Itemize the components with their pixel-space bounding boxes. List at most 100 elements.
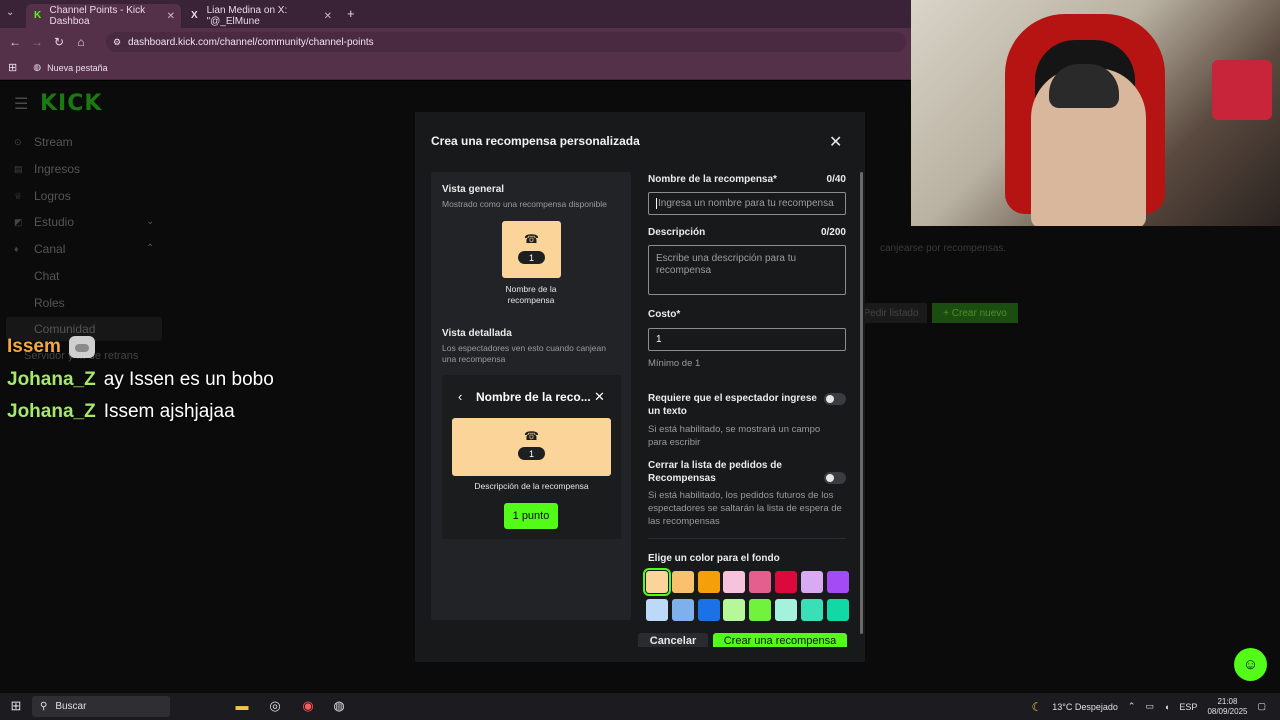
modal-scrollbar[interactable] [860,172,863,634]
volume-icon[interactable]: ◖ [1164,702,1169,712]
sidebar-item-ingresos[interactable]: ▤ Ingresos [14,162,80,176]
windows-start-icon[interactable]: ⊞ [8,698,24,714]
chat-username: Johana_Z [7,369,96,390]
apps-icon[interactable]: ⊞ [8,61,17,74]
close-list-toggle[interactable] [824,472,846,484]
forward-icon[interactable]: → [26,35,48,49]
browser-tab-bar: ⌄ K Channel Points - Kick Dashboa ✕ X Li… [0,0,911,28]
tab-list-button[interactable]: ⌄ [6,7,14,18]
tab-x-post[interactable]: X Lian Medina on X: "@_ElMune ✕ [183,4,338,28]
modal-title: Crea una recompensa personalizada [431,134,640,148]
detail-title: Vista detallada [442,328,512,339]
color-swatch[interactable] [671,571,694,593]
achievements-icon: ♕ [14,190,23,201]
color-swatch[interactable] [749,571,772,593]
close-icon[interactable]: ✕ [829,132,842,152]
overview-subtitle: Mostrado como una recompensa disponible [442,199,607,209]
create-new-button[interactable]: + Crear nuevo [932,303,1018,323]
chevron-down-icon[interactable]: ⌄ [146,216,154,227]
sidebar-sub-chat[interactable]: Chat [34,269,59,283]
language-indicator[interactable]: ESP [1179,702,1197,712]
sidebar-item-label: Canal [34,242,66,256]
color-swatch[interactable] [643,568,671,596]
webcam-overlay [911,0,1280,226]
sidebar-item-label: Ingresos [34,162,81,176]
kick-logo: KICK [40,91,103,116]
sidebar-sub-comunidad[interactable]: Comunidad [34,322,95,336]
reward-name-input[interactable]: Ingresa un nombre para tu recompensa [648,192,846,215]
globe-icon: ◍ [33,62,42,72]
taskbar-search[interactable]: ⚲ Buscar [32,696,170,717]
sidebar-item-canal[interactable]: ♦ Canal [14,242,65,256]
color-swatch[interactable] [697,571,720,593]
chat-message: Johana_Z Issem ajshjajaa [7,401,235,423]
reward-card-detail: ☎ 1 [452,418,611,476]
file-explorer-icon[interactable]: ▬ [234,698,250,714]
color-swatch[interactable] [697,599,720,621]
search-placeholder: Buscar [55,701,87,712]
network-icon[interactable]: ▭ [1145,701,1154,712]
sidebar-sub-roles[interactable]: Roles [34,296,65,310]
color-swatch[interactable] [826,599,849,621]
home-icon[interactable]: ⌂ [70,35,92,49]
color-swatch[interactable] [775,599,797,621]
url-text: dashboard.kick.com/channel/community/cha… [128,36,374,48]
require-text-toggle[interactable] [824,393,846,405]
clock[interactable]: 21:08 08/09/2025 [1207,697,1247,717]
detail-header: Nombre de la reco... [476,390,591,404]
name-label: Nombre de la recompensa* [648,174,777,185]
reload-icon[interactable]: ↻ [48,35,70,49]
sidebar-item-stream[interactable]: ⊙ Stream [14,135,73,149]
bookmark-label: Nueva pestaña [47,62,108,73]
weather-text[interactable]: 13°C Despejado [1052,702,1118,712]
weather-icon: ☾ [1031,699,1043,714]
chrome-icon[interactable]: ◉ [300,698,316,714]
sidebar-item-logros[interactable]: ♕ Logros [14,189,71,203]
new-tab-button[interactable]: + [347,6,355,21]
close-tab-icon[interactable]: ✕ [167,11,175,22]
color-swatch[interactable] [775,571,797,593]
chevron-up-icon[interactable]: ⌃ [146,243,154,254]
color-swatch[interactable] [723,599,746,621]
notifications-icon[interactable]: ▢ [1257,701,1266,712]
chat-username: Issem [7,336,61,357]
color-swatch[interactable] [749,599,772,621]
description-textarea[interactable]: Escribe una descripción para tu recompen… [648,245,846,295]
cost-badge: 1 [518,447,545,460]
app-icon[interactable]: ◎ [267,698,283,714]
cost-minimum: Mínimo de 1 [648,358,701,369]
studio-icon: ◩ [14,216,23,227]
tab-channel-points[interactable]: K Channel Points - Kick Dashboa ✕ [26,4,181,28]
modal-footer-mask [415,647,865,662]
edit-list-button[interactable]: Pedir listado [855,303,927,323]
close-tab-icon[interactable]: ✕ [324,11,332,22]
color-swatch[interactable] [671,599,694,621]
color-swatch[interactable] [800,571,823,593]
help-chat-icon[interactable]: ☺ [1234,648,1267,681]
revenue-icon: ▤ [14,163,23,174]
chevron-up-icon[interactable]: ⌃ [1128,701,1136,712]
overview-title: Vista general [442,184,505,195]
menu-icon[interactable]: ☰ [14,94,28,114]
description-label: Descripción [648,227,706,238]
points-button: 1 punto [504,503,558,529]
chat-text: ay Issen es un bobo [103,369,274,390]
app-icon-2[interactable]: ◍ [331,698,347,714]
streamer-cap [1049,64,1119,108]
cost-input[interactable]: 1 [648,328,846,351]
bookmark-new-tab[interactable]: ◍ Nueva pestaña [33,62,107,73]
sidebar-item-estudio[interactable]: ◩ Estudio [14,215,74,229]
clock-date: 08/09/2025 [1207,706,1248,716]
address-bar[interactable]: ⚙ dashboard.kick.com/channel/community/c… [106,32,906,52]
color-swatch[interactable] [826,571,849,593]
color-swatch[interactable] [723,571,746,593]
taskbar: ⊞ ⚲ Buscar ▬ ◎ ◉ ◍ ☾ 13°C Despejado ⌃ ▭ … [0,693,1280,720]
stream-icon: ⊙ [14,136,22,147]
description-placeholder: Escribe una descripción para tu recompen… [656,253,797,276]
color-swatch[interactable] [646,599,668,621]
browser-toolbar: ← → ↻ ⌂ ⚙ dashboard.kick.com/channel/com… [0,28,911,56]
sidebar-item-label: Stream [34,135,73,149]
back-icon[interactable]: ← [4,35,26,49]
color-swatch[interactable] [800,599,823,621]
site-info-icon[interactable]: ⚙ [113,37,121,48]
